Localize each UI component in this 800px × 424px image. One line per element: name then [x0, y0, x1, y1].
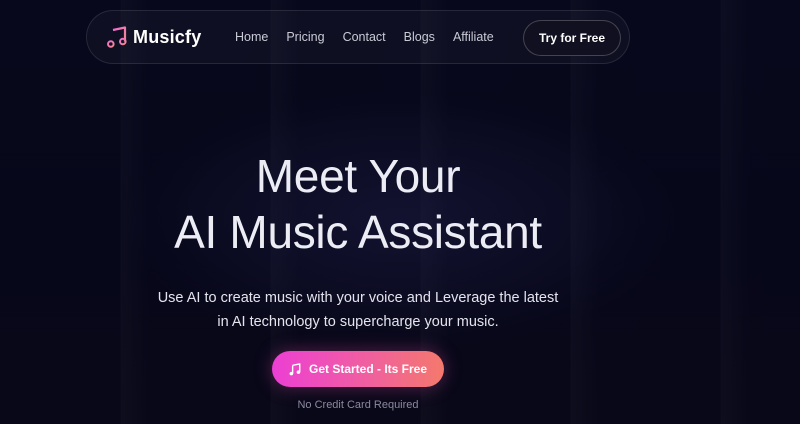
hero-subtitle-line-2: in AI technology to supercharge your mus…: [217, 314, 499, 330]
brand-name: Musicfy: [133, 26, 202, 47]
hero-title-line-1: Meet Your: [255, 150, 461, 202]
nav-link-home[interactable]: Home: [235, 30, 268, 44]
brand-logo[interactable]: Musicfy: [107, 26, 201, 48]
get-started-button[interactable]: Get Started - Its Free: [272, 351, 444, 387]
get-started-label: Get Started - Its Free: [308, 362, 428, 376]
landing-page: Musicfy Home Pricing Contact Blogs Affil…: [0, 0, 800, 424]
nav-link-pricing[interactable]: Pricing: [286, 30, 324, 44]
hero-subtitle: Use AI to create music with your voice a…: [0, 286, 716, 334]
hero-title: Meet Your AI Music Assistant: [0, 148, 716, 260]
navbar: Musicfy Home Pricing Contact Blogs Affil…: [86, 10, 630, 64]
no-credit-card-note: No Credit Card Required: [297, 399, 419, 411]
nav-link-affiliate[interactable]: Affiliate: [453, 30, 494, 44]
music-note-icon: [289, 362, 301, 375]
nav-links: Home Pricing Contact Blogs Affiliate: [235, 30, 494, 44]
hero-title-line-2: AI Music Assistant: [174, 206, 542, 258]
hero-subtitle-line-1: Use AI to create music with your voice a…: [157, 290, 559, 306]
try-for-free-button[interactable]: Try for Free: [523, 20, 621, 56]
nav-link-contact[interactable]: Contact: [343, 30, 386, 44]
music-note-icon: [107, 26, 127, 48]
nav-link-blogs[interactable]: Blogs: [404, 30, 435, 44]
